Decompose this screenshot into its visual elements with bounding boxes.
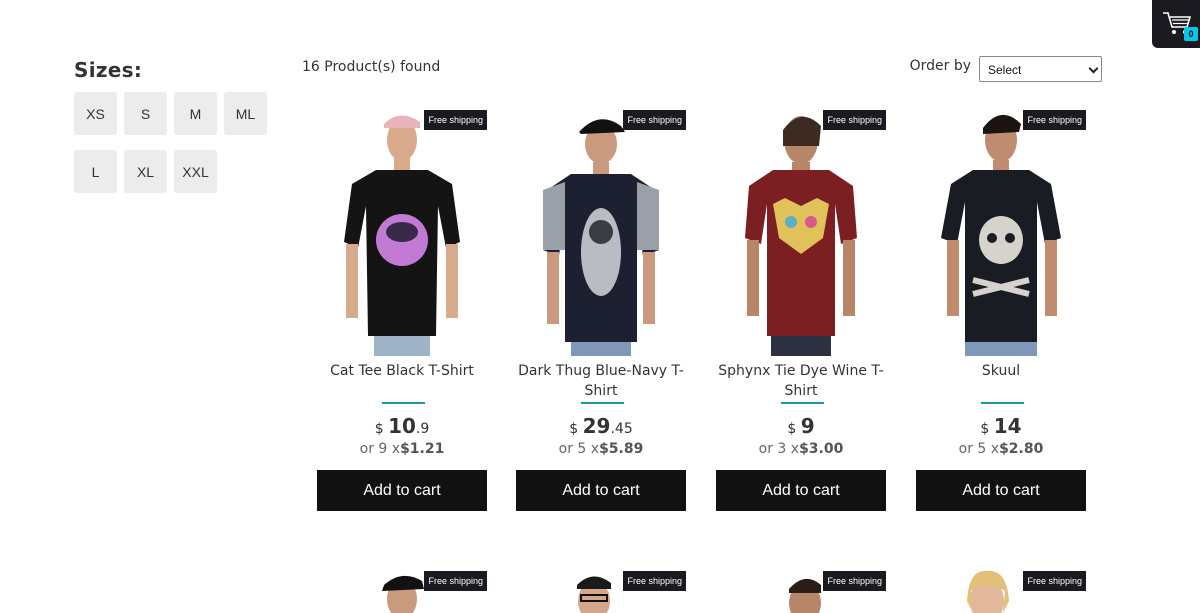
product-price: $ 14 [901,414,1101,438]
free-shipping-tag: Free shipping [424,571,487,591]
title-underline [781,402,824,404]
add-to-cart-button[interactable]: Add to cart [516,470,686,511]
order-by-select[interactable]: Select [979,56,1102,82]
product-image: Free shipping [901,110,1101,356]
free-shipping-tag: Free shipping [424,110,487,130]
installments-value: $1.21 [400,441,445,457]
currency-symbol: $ [787,421,797,437]
price-integer: 14 [993,414,1022,438]
size-option-ml[interactable]: ML [224,92,267,135]
size-option-m[interactable]: M [174,92,217,135]
add-to-cart-button[interactable]: Add to cart [317,470,487,511]
product-image: Free shipping [701,110,901,356]
size-option-xxl[interactable]: XXL [174,150,217,193]
model-figure [344,115,460,356]
free-shipping-tag: Free shipping [823,110,886,130]
free-shipping-tag: Free shipping [1023,110,1086,130]
price-integer: 29 [582,414,611,438]
cart-count-badge: 0 [1184,27,1198,41]
add-to-cart-button[interactable]: Add to cart [716,470,886,511]
model-figure [941,114,1061,356]
title-underline [981,402,1024,404]
title-underline [581,402,624,404]
model-figure [543,119,659,356]
size-filters: Sizes: XS S M ML L XL XXL [74,58,274,193]
installments-prefix: or 9 x [359,441,401,457]
free-shipping-tag: Free shipping [623,110,686,130]
price-integer: 10 [388,414,416,438]
order-by-value: Select [988,63,1022,77]
size-option-xs[interactable]: XS [74,92,117,135]
model-figure [745,116,857,356]
size-option-l[interactable]: L [74,150,117,193]
product-card[interactable]: Free shipping [701,571,901,613]
product-installments: or 5 x$5.89 [501,441,701,457]
currency-symbol: $ [569,421,579,437]
product-price: $ 29.45 [501,414,701,438]
product-price: $ 10.9 [302,414,502,438]
product-price: $ 9 [701,414,901,438]
product-title: Sphynx Tie Dye Wine T-Shirt [718,363,884,399]
installments-value: $5.89 [599,441,644,457]
installments-prefix: or 5 x [958,441,1000,457]
price-decimal: .45 [610,421,633,437]
product-installments: or 5 x$2.80 [901,441,1101,457]
installments-value: $3.00 [799,441,844,457]
currency-symbol: $ [980,421,990,437]
order-by-label: Order by [909,58,971,74]
filters-title: Sizes: [74,58,143,82]
price-integer: 9 [800,414,815,438]
installments-value: $2.80 [999,441,1044,457]
price-decimal: .9 [415,421,430,437]
free-shipping-tag: Free shipping [823,571,886,591]
size-options: XS S M ML L XL XXL [74,92,274,193]
product-image: Free shipping [302,110,502,356]
chevron-down-icon [1088,63,1099,74]
cart-button[interactable]: 0 [1152,0,1200,48]
product-card[interactable]: Free shipping [501,571,701,613]
currency-symbol: $ [374,421,384,437]
add-to-cart-button[interactable]: Add to cart [916,470,1086,511]
installments-prefix: or 3 x [758,441,800,457]
product-installments: or 3 x$3.00 [701,441,901,457]
product-title: Skuul [981,363,1021,379]
product-card[interactable]: Free shipping [901,571,1101,613]
products-found-count: 16 Product(s) found [302,59,441,75]
product-title: Dark Thug Blue-Navy T-Shirt [518,363,684,399]
product-title: Cat Tee Black T-Shirt [330,363,474,379]
free-shipping-tag: Free shipping [623,571,686,591]
title-underline [382,402,425,404]
free-shipping-tag: Free shipping [1023,571,1086,591]
product-card[interactable]: Free shipping [302,571,502,613]
product-installments: or 9 x$1.21 [302,441,502,457]
size-option-xl[interactable]: XL [124,150,167,193]
shelf-header: 16 Product(s) found Order by Select [302,56,1102,82]
size-option-s[interactable]: S [124,92,167,135]
installments-prefix: or 5 x [558,441,600,457]
product-image: Free shipping [501,110,701,356]
